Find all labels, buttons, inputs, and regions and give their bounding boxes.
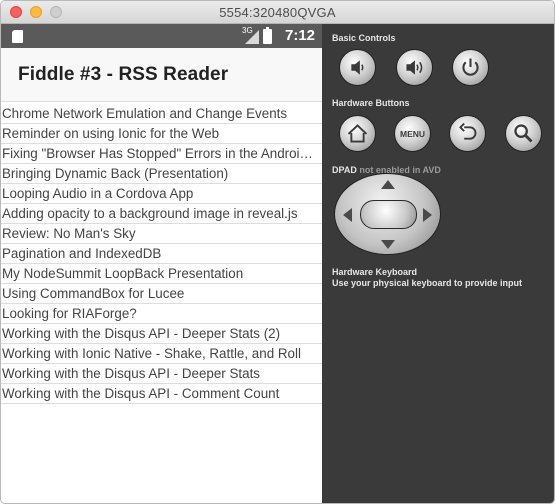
list-item[interactable]: Using CommandBox for Lucee <box>1 284 322 304</box>
signal-icon <box>245 30 259 44</box>
dpad-up-icon[interactable] <box>381 180 395 189</box>
list-item[interactable]: Review: No Man's Sky <box>1 224 322 244</box>
list-item[interactable]: Pagination and IndexedDB <box>1 244 322 264</box>
volume-down-icon <box>351 60 364 75</box>
hardware-keyboard-title: Hardware Keyboard <box>332 267 418 277</box>
back-arrow-icon <box>459 122 477 140</box>
list-item[interactable]: Looping Audio in a Cordova App <box>1 184 322 204</box>
dpad-left-icon[interactable] <box>343 208 352 222</box>
list-item[interactable]: Chrome Network Emulation and Change Even… <box>1 104 322 124</box>
page-title: Fiddle #3 - RSS Reader <box>18 64 229 85</box>
sd-card-icon <box>11 29 23 43</box>
home-button[interactable] <box>339 115 376 152</box>
menu-button[interactable]: MENU <box>394 115 431 152</box>
list-item[interactable]: My NodeSummit LoopBack Presentation <box>1 264 322 284</box>
status-clock: 7:12 <box>285 27 316 44</box>
power-icon <box>462 58 479 76</box>
basic-controls-label: Basic Controls <box>332 33 396 43</box>
app-header: Fiddle #3 - RSS Reader <box>1 48 322 102</box>
dpad-right-icon[interactable] <box>423 208 432 222</box>
back-button[interactable] <box>449 115 486 152</box>
list-item[interactable]: Adding opacity to a background image in … <box>1 204 322 224</box>
list-item[interactable]: Reminder on using Ionic for the Web <box>1 124 322 144</box>
dpad-center-button[interactable] <box>360 200 417 229</box>
search-button[interactable] <box>505 115 542 152</box>
window-title: 5554:320480QVGA <box>219 5 336 20</box>
phone-screen: 3G 7:12 Fiddle #3 - RSS Reader Chrome Ne… <box>1 24 322 503</box>
dpad-down-icon[interactable] <box>381 240 395 249</box>
dpad <box>334 173 441 255</box>
emulator-controls-panel: Basic Controls Hardware Buttons MENU DPA… <box>322 24 554 503</box>
volume-up-icon <box>406 60 423 75</box>
status-bar: 3G 7:12 <box>1 24 322 48</box>
hardware-keyboard-info: Hardware Keyboard Use your physical keyb… <box>332 267 522 289</box>
list-item[interactable]: Working with the Disqus API - Deeper Sta… <box>1 364 322 384</box>
dpad-title: DPAD <box>332 165 357 175</box>
volume-down-button[interactable] <box>339 49 376 86</box>
power-button[interactable] <box>452 49 489 86</box>
menu-button-label: MENU <box>399 129 426 139</box>
list-item[interactable]: Fixing "Browser Has Stopped" Errors in t… <box>1 144 322 164</box>
search-icon <box>514 124 533 143</box>
list-item[interactable]: Bringing Dynamic Back (Presentation) <box>1 164 322 184</box>
hardware-keyboard-note: Use your physical keyboard to provide in… <box>332 278 523 288</box>
volume-up-button[interactable] <box>396 49 433 86</box>
rss-item-list: Chrome Network Emulation and Change Even… <box>1 104 322 404</box>
list-item[interactable]: Working with the Disqus API - Comment Co… <box>1 384 322 404</box>
emulator-window: 5554:320480QVGA 3G 7:12 Fiddle #3 - RSS … <box>0 0 555 504</box>
list-item[interactable]: Looking for RIAForge? <box>1 304 322 324</box>
list-item[interactable]: Working with Ionic Native - Shake, Rattl… <box>1 344 322 364</box>
hardware-buttons-label: Hardware Buttons <box>332 98 410 108</box>
list-item[interactable]: Working with the Disqus API - Deeper Sta… <box>1 324 322 344</box>
battery-icon <box>263 27 272 44</box>
home-icon <box>347 124 368 143</box>
title-bar: 5554:320480QVGA <box>1 1 554 24</box>
